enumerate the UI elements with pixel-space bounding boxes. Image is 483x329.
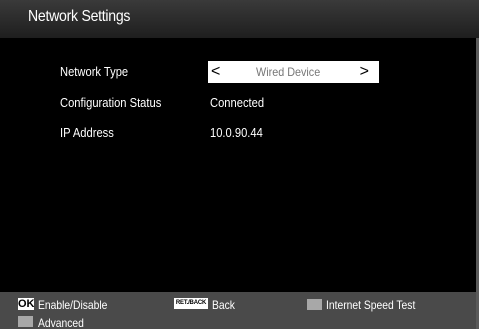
chevron-left-icon[interactable]: < <box>211 64 220 80</box>
page-title: Network Settings <box>28 8 131 25</box>
yellow-key-icon <box>307 299 322 310</box>
network-type-label: Network Type <box>60 64 129 79</box>
ip-address-value: 10.0.90.44 <box>210 125 263 140</box>
ok-key-icon: OK <box>18 298 35 310</box>
blue-key-icon <box>18 316 33 327</box>
internet-speed-test-hint[interactable]: Internet Speed Test <box>326 298 415 312</box>
advanced-hint[interactable]: Advanced <box>38 316 84 329</box>
network-type-value: Wired Device <box>256 65 321 79</box>
back-key-icon: RET./BACK <box>174 298 208 309</box>
ip-address-label: IP Address <box>60 125 114 140</box>
header-bar: Network Settings <box>0 0 479 38</box>
network-settings-screen: Network Settings Network Type < Wired De… <box>0 0 483 329</box>
back-hint[interactable]: Back <box>212 298 235 312</box>
configuration-status-label: Configuration Status <box>60 95 162 110</box>
enable-disable-hint[interactable]: Enable/Disable <box>38 298 107 312</box>
network-type-selector[interactable]: < Wired Device > <box>208 61 379 83</box>
chevron-right-icon[interactable]: > <box>360 64 369 80</box>
configuration-status-value: Connected <box>210 95 265 110</box>
right-edge <box>479 0 483 329</box>
